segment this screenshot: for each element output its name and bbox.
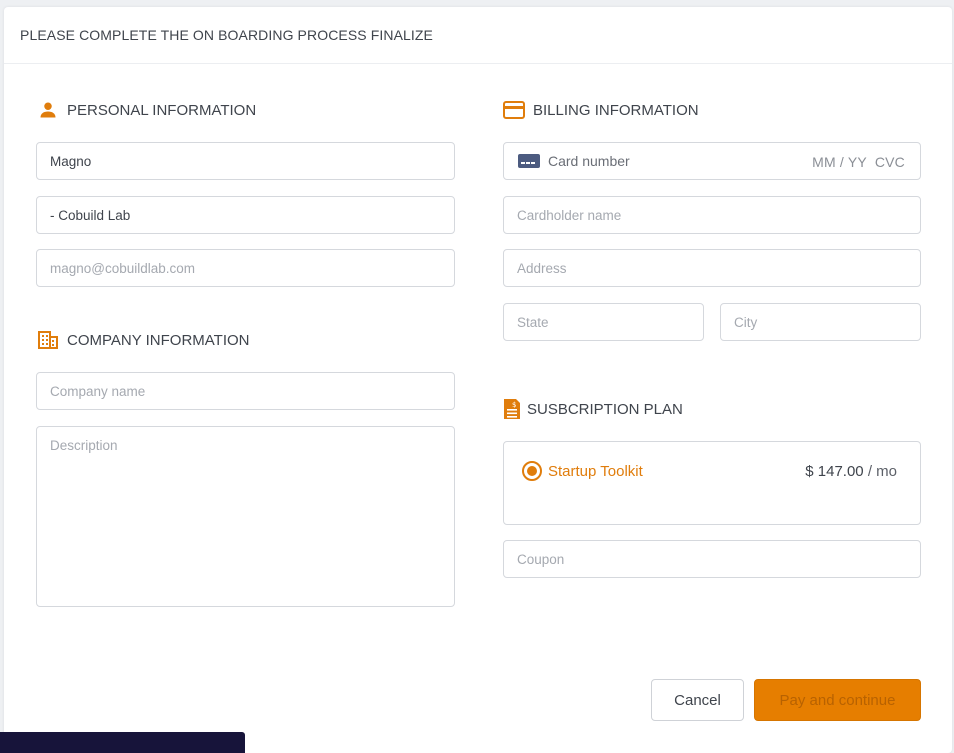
company-info-title: COMPANY INFORMATION xyxy=(67,331,250,349)
address-field[interactable]: Address xyxy=(503,249,921,287)
pay-and-continue-button[interactable]: Pay and continue xyxy=(754,679,921,721)
card-number-field[interactable]: Card number MM / YY CVC xyxy=(503,142,921,180)
cardholder-name-field[interactable]: Cardholder name xyxy=(503,196,921,234)
onboarding-modal: PLEASE COMPLETE THE ON BOARDING PROCESS … xyxy=(4,7,952,753)
bottom-dark-bar xyxy=(0,732,245,753)
card-number-placeholder: Card number xyxy=(548,153,630,169)
plan-price: $ 147.00 xyxy=(805,463,864,480)
state-field[interactable]: State xyxy=(503,303,704,341)
billing-info-title: BILLING INFORMATION xyxy=(533,101,699,119)
company-affiliation-field[interactable]: - Cobuild Lab xyxy=(36,196,455,234)
credit-card-icon xyxy=(502,99,526,121)
coupon-field[interactable]: Coupon xyxy=(503,540,921,578)
personal-info-header: PERSONAL INFORMATION xyxy=(36,99,256,121)
description-textarea[interactable]: Description xyxy=(36,426,455,607)
billing-info-header: BILLING INFORMATION xyxy=(502,99,699,121)
plan-option-startup-toolkit[interactable]: Startup Toolkit $ 147.00 / mo xyxy=(503,441,921,525)
card-brand-icon xyxy=(518,154,540,168)
plan-period: / mo xyxy=(867,463,897,480)
subscription-title: SUSBCRIPTION PLAN xyxy=(527,400,683,418)
company-info-header: COMPANY INFORMATION xyxy=(36,329,250,351)
invoice-icon: $ xyxy=(500,398,524,420)
full-name-field[interactable]: Magno xyxy=(36,142,455,180)
person-icon xyxy=(36,99,60,121)
cancel-button[interactable]: Cancel xyxy=(651,679,744,721)
plan-name: Startup Toolkit xyxy=(548,463,643,480)
plan-radio-selected[interactable] xyxy=(522,461,542,481)
modal-header: PLEASE COMPLETE THE ON BOARDING PROCESS … xyxy=(4,7,952,64)
card-expiry-cvc-placeholder: MM / YY CVC xyxy=(812,154,905,170)
svg-text:$: $ xyxy=(512,401,516,409)
modal-title: PLEASE COMPLETE THE ON BOARDING PROCESS … xyxy=(20,27,433,43)
subscription-header: $ SUSBCRIPTION PLAN xyxy=(500,398,683,420)
city-field[interactable]: City xyxy=(720,303,921,341)
building-icon xyxy=(36,329,60,351)
plan-price-wrapper: $ 147.00 / mo xyxy=(805,463,897,480)
company-name-field[interactable]: Company name xyxy=(36,372,455,410)
personal-info-title: PERSONAL INFORMATION xyxy=(67,101,257,119)
email-field[interactable]: magno@cobuildlab.com xyxy=(36,249,455,287)
